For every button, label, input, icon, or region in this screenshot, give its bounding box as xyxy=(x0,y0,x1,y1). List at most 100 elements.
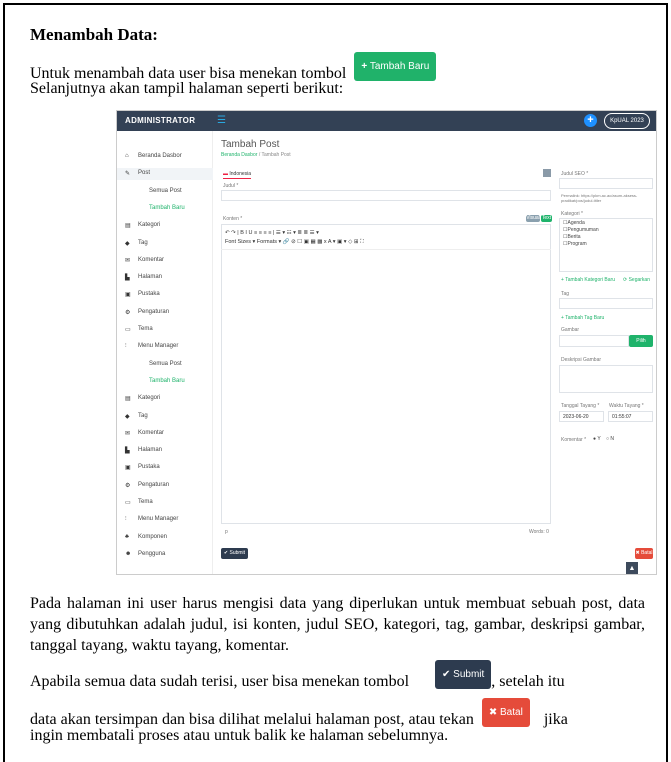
seo-input[interactable] xyxy=(559,178,653,189)
sidebar-item-label: Kategori xyxy=(138,222,161,229)
sidebar-item[interactable]: ✎ Post xyxy=(117,168,213,181)
admin-topbar: ADMINISTRATOR ☰ + KpUAL 2023 xyxy=(117,111,656,131)
sidebar-item[interactable]: ▣ Pustaka xyxy=(117,462,213,474)
tambah-baru-button[interactable]: + Tambah Baru xyxy=(354,52,437,81)
judul-label: Judul * xyxy=(223,183,239,189)
tag-input[interactable] xyxy=(559,298,653,309)
deskripsi-input[interactable] xyxy=(559,365,653,393)
sidebar-item[interactable]: ⌂ Beranda Dasbor xyxy=(117,151,213,163)
sidebar-item[interactable]: ▙ Halaman xyxy=(117,272,213,284)
sidebar-item-label: Pengaturan xyxy=(138,481,170,488)
batal-inline-button[interactable]: ✖ Batal xyxy=(481,698,530,727)
sidebar-item-label: Komentar xyxy=(138,429,165,436)
sidebar-item[interactable]: ▤ Kategori xyxy=(117,220,213,232)
sidebar-item[interactable]: ⚙ Pengaturan xyxy=(117,307,213,319)
sidebar-item[interactable]: ▭ Tema xyxy=(117,324,213,336)
sidebar-item-label: Post xyxy=(138,170,151,177)
tanggal-label: Tanggal Tayang * xyxy=(561,403,600,409)
breadcrumb-current: Tambah Post xyxy=(261,152,291,158)
segarkan-link[interactable]: ⟳ Segarkan xyxy=(623,277,650,283)
visual-tab[interactable]: Visual xyxy=(526,215,540,222)
konten-label: Konten * xyxy=(223,216,243,222)
tanggal-value: 2023-06-20 xyxy=(563,414,589,420)
sidebar-item-label: Kategori xyxy=(138,395,161,402)
content-editor[interactable] xyxy=(221,224,551,524)
sidebar-item[interactable]: Tambah Baru xyxy=(117,376,213,388)
waktu-label: Waktu Tayang * xyxy=(609,403,644,409)
sidebar-item[interactable]: Tambah Baru xyxy=(117,203,213,215)
add-icon[interactable]: + xyxy=(584,114,597,127)
add-kategori-link[interactable]: + Tambah Kategori Baru xyxy=(561,277,615,283)
submit-inline-button[interactable]: ✔ Submit xyxy=(435,660,492,689)
sidebar-item-icon: ☻ xyxy=(125,550,132,557)
sidebar-item-icon: ✉ xyxy=(125,257,131,264)
komentar-no-radio[interactable]: ○ N xyxy=(606,436,614,442)
sidebar-item[interactable]: ▙ Halaman xyxy=(117,445,213,457)
sidebar-item[interactable]: ▭ Tema xyxy=(117,497,213,509)
sidebar-item[interactable]: Semua Post xyxy=(117,359,213,371)
sidebar-item-label: Komentar xyxy=(138,256,165,263)
sidebar-item[interactable]: ⫶ Menu Manager xyxy=(117,341,213,353)
breadcrumb: Beranda Dasbor / Tambah Post xyxy=(221,152,291,158)
komentar-yes-radio[interactable]: ● Y xyxy=(593,436,601,442)
sidebar-item[interactable]: ◆ Tag xyxy=(117,238,213,250)
sidebar-item-label: Tema xyxy=(138,499,153,505)
sidebar-item-label: Semua Post xyxy=(149,360,182,367)
sidebar-item[interactable]: ☻ Pengguna xyxy=(117,549,213,561)
sidebar-item-label: Pustaka xyxy=(138,464,160,471)
deskripsi-label: Deskripsi Gambar xyxy=(561,357,602,363)
editor-toolbar-row-2[interactable]: Font Sizes ▾ Formats ▾ 🔗 ⊘ ☐ ▣ ▦ ▩ x A ▾… xyxy=(225,239,555,246)
kategori-item[interactable]: ☐Program xyxy=(563,241,587,247)
sidebar-item[interactable]: ⫶ Menu Manager xyxy=(117,514,213,526)
kategori-item[interactable]: ☐Berita xyxy=(563,234,581,240)
sidebar-item-label: Semua Post xyxy=(149,187,182,194)
gambar-input[interactable] xyxy=(559,335,629,347)
scroll-top-icon[interactable]: ▲ xyxy=(626,562,638,574)
sidebar-item-label: Tambah Baru xyxy=(149,377,185,384)
kategori-label: Kategori * xyxy=(561,211,583,217)
sidebar-item[interactable]: ✉ Komentar xyxy=(117,255,213,267)
sidebar-item-icon: ⫶ xyxy=(125,516,127,523)
sidebar-item[interactable]: Semua Post xyxy=(117,186,213,198)
sidebar-item[interactable]: ▣ Pustaka xyxy=(117,289,213,301)
body-paragraph-4: ingin membatali proses atau untuk balik … xyxy=(30,727,449,744)
sidebar-item-icon: ▭ xyxy=(125,500,131,506)
user-badge[interactable]: KpUAL 2023 xyxy=(604,113,650,129)
sidebar-item[interactable]: ⚙ Pengaturan xyxy=(117,480,213,492)
add-tag-link[interactable]: + Tambah Tag Baru xyxy=(561,315,604,321)
sidebar-item-icon: ▣ xyxy=(125,465,131,472)
admin-content: Tambah Post Beranda Dasbor / Tambah Post… xyxy=(213,131,656,574)
plus-icon: + xyxy=(361,61,368,72)
sidebar-item-icon: ▣ xyxy=(125,292,131,299)
translate-icon[interactable] xyxy=(543,169,551,177)
sidebar-item-label: Pustaka xyxy=(138,291,160,298)
breadcrumb-home[interactable]: Beranda Dasbor xyxy=(221,152,257,158)
permalink-text: Permalink: https://pkm.ac.ac/asum-aksess… xyxy=(561,193,638,203)
sidebar-item[interactable]: ◆ Tag xyxy=(117,411,213,423)
sidebar-item[interactable]: ▤ Kategori xyxy=(117,393,213,405)
hamburger-icon[interactable]: ☰ xyxy=(217,115,226,126)
sidebar-item-label: Pengaturan xyxy=(138,308,170,315)
sidebar-item-icon: ⚙ xyxy=(125,482,131,489)
tab-indonesia[interactable]: ▬ Indonesia xyxy=(223,171,252,179)
admin-screenshot: ADMINISTRATOR ☰ + KpUAL 2023 ⌂ Beranda Da… xyxy=(116,110,657,575)
editor-toolbar-row-1[interactable]: ↶ ↷ | B I U ≡ ≡ ≡ ≡ | ☰ ▾ ☷ ▾ ≣ ≣ ☰ ▾ xyxy=(225,230,555,236)
sidebar-item-icon: ⌂ xyxy=(125,153,129,159)
batal-button[interactable]: ✖ Batal xyxy=(635,548,653,559)
kategori-item[interactable]: ☐Pengumuman xyxy=(563,227,599,233)
pilih-gambar-button[interactable]: Pilih Gambar xyxy=(629,335,653,356)
body-paragraph-2: Apabila semua data sudah terisi, user bi… xyxy=(30,660,565,697)
sidebar-item[interactable]: ♣ Komponen xyxy=(117,532,213,544)
sidebar-item-icon: ⫶ xyxy=(125,343,127,350)
judul-input[interactable] xyxy=(221,190,551,201)
sidebar-item-label: Tambah Baru xyxy=(149,204,185,211)
text-tab[interactable]: Text xyxy=(541,215,552,222)
intro-line-2: Selanjutnya akan tampil halaman seperti … xyxy=(30,80,344,97)
sidebar-item-icon: ◆ xyxy=(125,240,130,247)
toolbar-divider xyxy=(221,249,551,250)
section-heading: Menambah Data: xyxy=(30,25,158,44)
kategori-item[interactable]: ☐Agenda xyxy=(563,220,585,226)
sidebar-item[interactable]: ✉ Komentar xyxy=(117,428,213,440)
submit-button[interactable]: ✔ Submit xyxy=(221,548,248,559)
sidebar-item-icon: ▤ xyxy=(125,396,131,403)
